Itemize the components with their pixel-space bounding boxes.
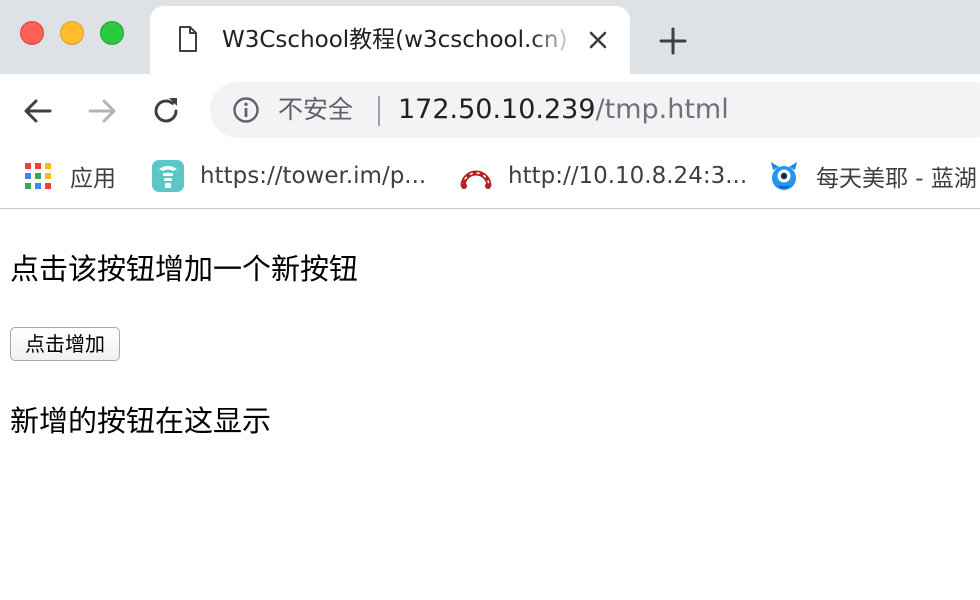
page-content: 点击该按钮增加一个新按钮 点击增加 新增的按钮在这显示 [0,210,980,600]
browser-toolbar: 不安全 172.50.10.239/tmp.html [0,74,980,146]
bookmarks-bar: 应用 https://tower.im/p... http://10.10.8.… [0,146,980,209]
bookmark-apps[interactable]: 应用 [24,158,116,194]
url-path: /tmp.html [595,94,729,125]
security-status-label[interactable]: 不安全 [278,92,353,128]
url-host: 172.50.10.239 [398,94,596,125]
jenkins-arc-icon [460,170,492,189]
reload-icon[interactable] [149,94,183,128]
lanhu-monster-icon [771,162,797,190]
new-button-area-label: 新增的按钮在这显示 [10,404,272,438]
apps-grid-icon [25,163,51,189]
info-icon[interactable] [232,96,260,124]
bookmark-lanhu[interactable]: 每天美耶 - 蓝湖 [768,158,977,194]
url-text[interactable]: 172.50.10.239/tmp.html [398,92,729,128]
bookmark-ip[interactable]: http://10.10.8.24:3... [460,158,747,194]
tower-icon [152,160,184,192]
tab-title-fade [530,18,576,62]
back-arrow-icon[interactable] [21,94,55,128]
address-bar[interactable]: 不安全 172.50.10.239/tmp.html [210,82,980,138]
window-zoom-button[interactable] [100,21,124,45]
window-close-button[interactable] [20,21,44,45]
bookmark-label: http://10.10.8.24:3... [508,163,748,189]
tab-strip: W3Cschool教程(w3cschool.cn) [0,0,980,74]
close-icon[interactable] [584,26,612,54]
add-button[interactable]: 点击增加 [10,327,120,361]
bookmark-label: https://tower.im/p... [200,163,427,189]
new-tab-plus-icon[interactable] [656,24,690,58]
bookmark-label: 每天美耶 - 蓝湖 [816,166,977,192]
document-icon [179,26,197,52]
address-bar-divider [378,96,380,126]
page-instruction: 点击该按钮增加一个新按钮 [10,252,359,286]
window-minimize-button[interactable] [60,21,84,45]
bookmark-label: 应用 [70,166,116,192]
tab-title: W3Cschool教程(w3cschool.cn) [222,27,568,53]
tab-active[interactable]: W3Cschool教程(w3cschool.cn) [150,6,630,74]
bookmark-tower[interactable]: https://tower.im/p... [152,158,426,194]
forward-arrow-icon[interactable] [85,94,119,128]
